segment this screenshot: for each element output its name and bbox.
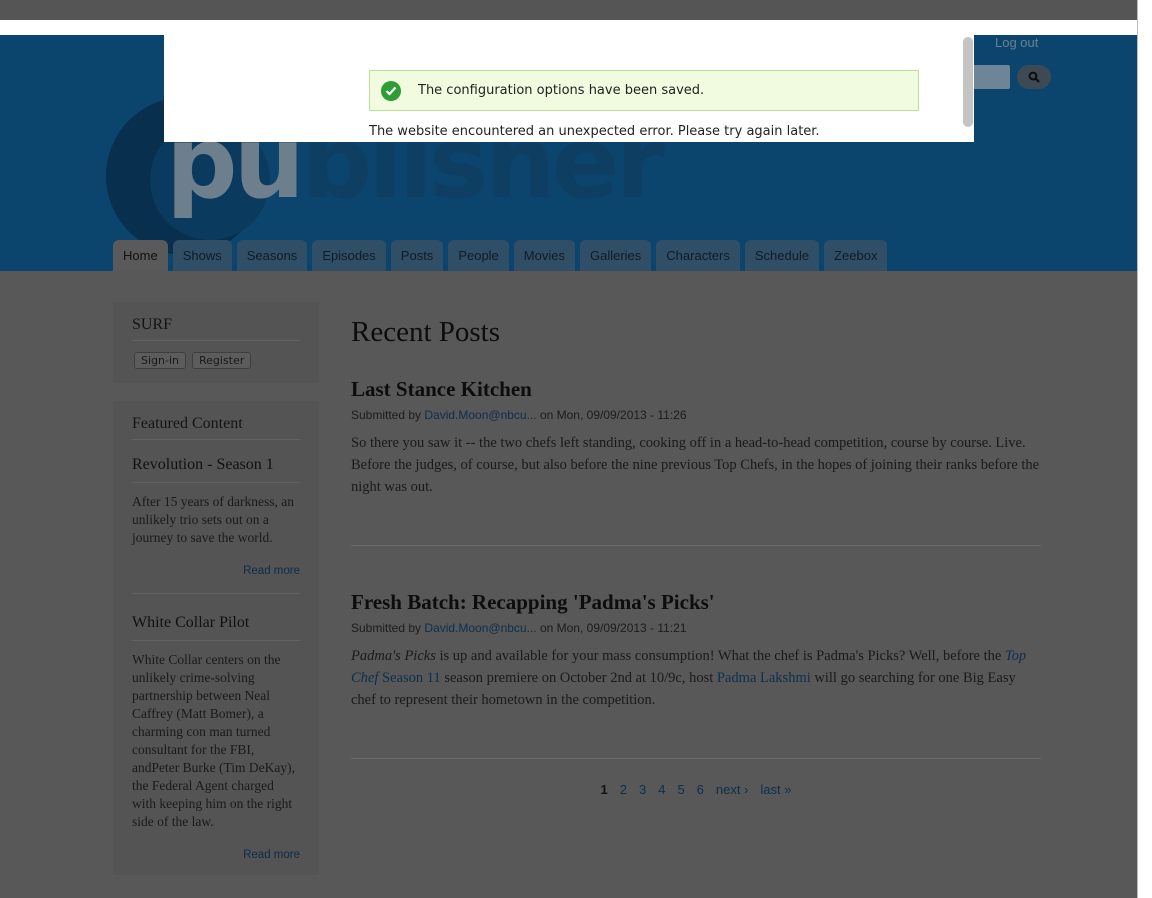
tab-shows[interactable]: Shows <box>172 240 232 271</box>
logout-link[interactable]: Log out <box>995 35 1038 50</box>
pager-page-link[interactable]: 4 <box>658 782 665 797</box>
feature-item-title[interactable]: Revolution - Season 1 <box>132 450 300 483</box>
post-body-text: is up and available for your mass consum… <box>435 648 1005 664</box>
surf-block: SURF Sign-in Register <box>113 302 319 383</box>
top-chef-link-rest: Season 11 <box>378 670 441 686</box>
pager-page-link[interactable]: 3 <box>639 782 646 797</box>
feature-item-title[interactable]: White Collar Pilot <box>132 608 300 641</box>
modal-dialog: The configuration options have been save… <box>164 35 974 142</box>
tab-seasons[interactable]: Seasons <box>236 240 308 271</box>
pager-page-link[interactable]: 2 <box>620 782 627 797</box>
post-divider <box>351 545 1041 546</box>
tab-movies[interactable]: Movies <box>513 240 575 271</box>
checkmark-icon <box>381 80 401 101</box>
signin-button[interactable]: Sign-in <box>134 352 186 369</box>
post-divider <box>351 758 1041 759</box>
pager: 1 2 3 4 5 6 next › last » <box>351 782 1041 797</box>
main-nav-tabs: Home Shows Seasons Episodes Posts People… <box>113 240 888 271</box>
padma-lakshmi-link[interactable]: Padma Lakshmi <box>717 670 811 686</box>
dialog-scrollbar[interactable] <box>963 37 973 127</box>
status-message: The configuration options have been save… <box>369 70 919 111</box>
pager-next-link[interactable]: next › <box>716 782 749 797</box>
post-date: on Mon, 09/09/2013 - 11:26 <box>536 408 687 422</box>
tab-home[interactable]: Home <box>113 240 168 271</box>
overlay-top-bar <box>0 0 1137 20</box>
sidebar: SURF Sign-in Register Featured Content Re… <box>113 302 319 893</box>
status-message-text: The configuration options have been save… <box>418 83 705 98</box>
tab-zeebox[interactable]: Zeebox <box>824 240 888 271</box>
tab-galleries[interactable]: Galleries <box>579 240 652 271</box>
tab-characters[interactable]: Characters <box>656 240 740 271</box>
post-meta: Submitted by David.Moon@nbcu... on Mon, … <box>351 621 1041 635</box>
post-title-link[interactable]: Fresh Batch: Recapping 'Padma's Picks' <box>351 590 1041 615</box>
window-edge <box>1137 0 1152 898</box>
register-button[interactable]: Register <box>192 352 252 369</box>
post-body-emphasis: Padma's Picks <box>351 648 436 664</box>
feature-item-body: After 15 years of darkness, an unlikely … <box>132 494 294 545</box>
post-item: Last Stance Kitchen Submitted by David.M… <box>351 377 1041 498</box>
featured-content-title: Featured Content <box>132 415 300 440</box>
overlay-white-strip <box>0 20 1137 35</box>
pager-current-page: 1 <box>600 782 608 797</box>
post-item: Fresh Batch: Recapping 'Padma's Picks' S… <box>351 590 1041 711</box>
page-backdrop: publisher Log out Home Shows Seasons Epi… <box>0 0 1137 898</box>
tab-people[interactable]: People <box>448 240 509 271</box>
author-link[interactable]: David.Moon@nbcu... <box>424 408 536 422</box>
page-title: Recent Posts <box>351 316 501 348</box>
post-body: So there you saw it -- the two chefs lef… <box>351 435 1040 495</box>
featured-content-block: Featured Content Revolution - Season 1 A… <box>113 401 319 875</box>
tab-schedule[interactable]: Schedule <box>744 240 820 271</box>
author-link[interactable]: David.Moon@nbcu... <box>424 621 536 635</box>
feature-divider <box>132 593 300 594</box>
post-title-link[interactable]: Last Stance Kitchen <box>351 377 1041 402</box>
post-body: Padma's Picks is up and available for yo… <box>351 645 1041 711</box>
error-message-text: The website encountered an unexpected er… <box>369 124 820 139</box>
tab-posts[interactable]: Posts <box>390 240 444 271</box>
search-button[interactable] <box>1017 65 1051 89</box>
search-icon <box>1028 71 1040 83</box>
read-more-link[interactable]: Read more <box>132 849 300 861</box>
pager-page-link[interactable]: 5 <box>677 782 684 797</box>
pager-last-link[interactable]: last » <box>760 782 791 797</box>
submitted-by-label: Submitted by <box>351 621 425 635</box>
post-body-text: season premiere on October 2nd at 10/9c,… <box>440 670 717 686</box>
submitted-by-label: Submitted by <box>351 408 425 422</box>
read-more-link[interactable]: Read more <box>132 565 300 577</box>
main-content: Recent Posts Last Stance Kitchen Submitt… <box>351 316 1041 797</box>
post-meta: Submitted by David.Moon@nbcu... on Mon, … <box>351 408 1041 422</box>
tab-episodes[interactable]: Episodes <box>312 240 386 271</box>
surf-block-title: SURF <box>132 316 300 341</box>
feature-item-body: White Collar centers on the unlikely cri… <box>132 652 295 829</box>
post-date: on Mon, 09/09/2013 - 11:21 <box>536 621 687 635</box>
pager-page-link[interactable]: 6 <box>697 782 704 797</box>
